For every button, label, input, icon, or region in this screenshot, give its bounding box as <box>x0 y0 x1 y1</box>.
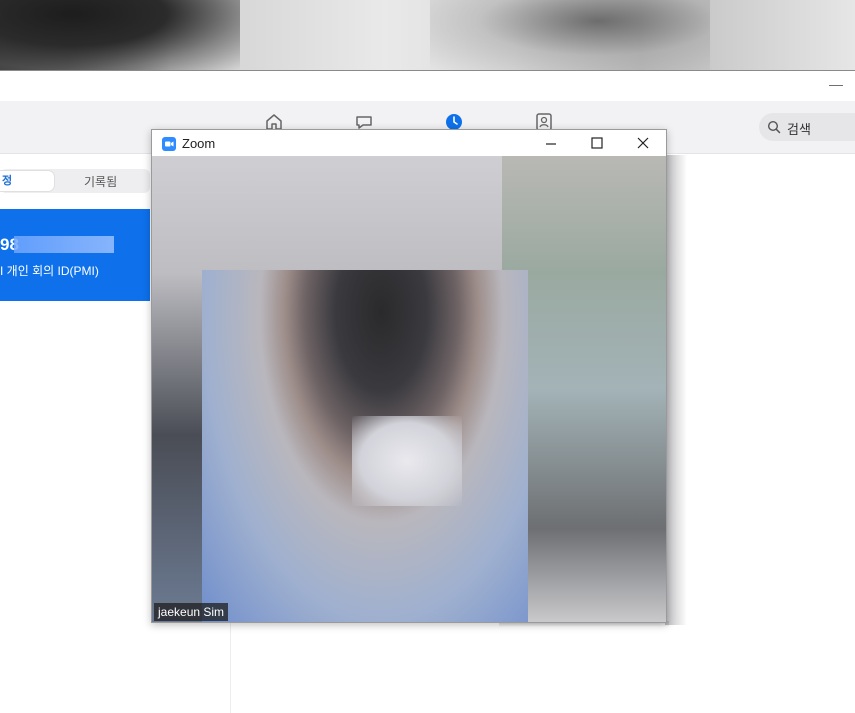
window-maximize-icon[interactable] <box>582 133 612 153</box>
blurred-background-shape <box>430 0 710 70</box>
pmi-label: I 개인 회의 ID(PMI) <box>0 264 99 278</box>
face-mask-shape <box>352 416 462 506</box>
background-video-strip <box>0 0 855 71</box>
window-minimize-icon[interactable] <box>536 133 566 153</box>
search-icon <box>767 120 781 134</box>
video-blur-bleed-right <box>665 155 687 625</box>
pmi-redaction-mask <box>14 236 114 253</box>
zoom-window-title: Zoom <box>182 136 216 151</box>
zoom-logo-icon <box>162 137 176 151</box>
window-close-icon[interactable] <box>628 133 658 153</box>
zoom-window-titlebar[interactable]: Zoom <box>152 130 666 156</box>
app-titlebar: — <box>0 71 855 101</box>
blurred-hair-shape <box>0 0 240 70</box>
pmi-card[interactable]: 98 I 개인 회의 ID(PMI) <box>0 209 150 301</box>
participant-name-tag: jaekeun Sim <box>154 603 229 621</box>
search-placeholder: 검색 <box>787 122 811 137</box>
meetings-tabs: 정 기록됨 <box>0 169 150 193</box>
zoom-meeting-window[interactable]: Zoom jaekeun Sim <box>151 129 667 623</box>
tab-upcoming[interactable]: 정 <box>0 171 54 191</box>
search-box[interactable]: 검색 <box>759 113 855 141</box>
participant-video[interactable]: jaekeun Sim <box>152 156 666 622</box>
tab-recorded[interactable]: 기록됨 <box>84 173 117 190</box>
app-minimize-button[interactable]: — <box>829 77 843 91</box>
